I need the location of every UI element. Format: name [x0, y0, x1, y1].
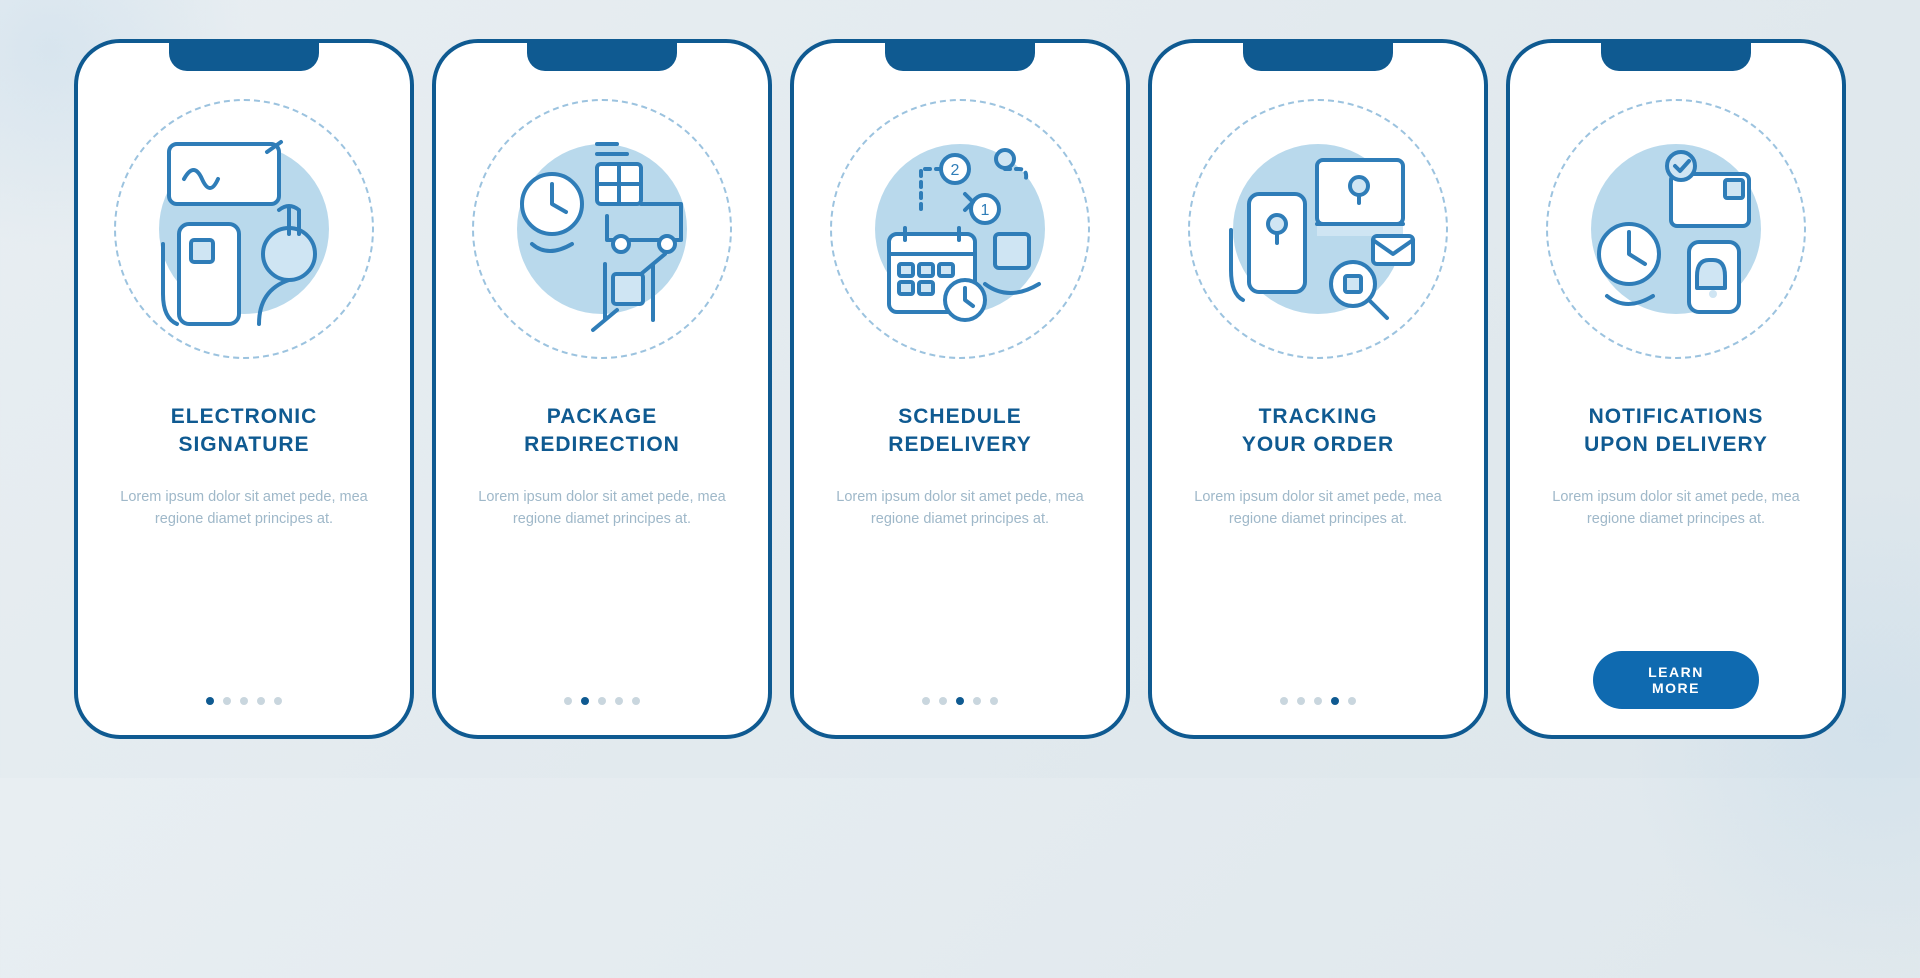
illustration-container — [114, 99, 374, 359]
tracking-order-icon — [1213, 124, 1423, 334]
page-dot[interactable] — [1331, 697, 1339, 705]
phone-frame: NOTIFICATIONS UPON DELIVERY Lorem ipsum … — [1506, 39, 1846, 739]
page-dot[interactable] — [240, 697, 248, 705]
page-indicator — [564, 697, 640, 705]
page-dot[interactable] — [922, 697, 930, 705]
electronic-signature-icon — [139, 124, 349, 334]
svg-text:2: 2 — [951, 162, 960, 179]
phone-notch — [169, 43, 319, 71]
screen-body: Lorem ipsum dolor sit amet pede, mea reg… — [1178, 486, 1458, 531]
page-indicator — [922, 697, 998, 705]
page-dot[interactable] — [632, 697, 640, 705]
page-dot[interactable] — [990, 697, 998, 705]
schedule-redelivery-icon: 2 1 — [855, 124, 1065, 334]
page-dot[interactable] — [206, 697, 214, 705]
screen-title: SCHEDULE REDELIVERY — [888, 403, 1031, 460]
page-dot[interactable] — [257, 697, 265, 705]
page-dot[interactable] — [1348, 697, 1356, 705]
illustration-container: 2 1 — [830, 99, 1090, 359]
screen-title: NOTIFICATIONS UPON DELIVERY — [1584, 403, 1768, 460]
screen-body: Lorem ipsum dolor sit amet pede, mea reg… — [462, 486, 742, 531]
page-dot[interactable] — [581, 697, 589, 705]
onboarding-screens-row: ELECTRONIC SIGNATURE Lorem ipsum dolor s… — [74, 39, 1846, 739]
page-indicator — [1280, 697, 1356, 705]
package-redirection-icon — [497, 124, 707, 334]
page-dot[interactable] — [973, 697, 981, 705]
notifications-delivery-icon — [1571, 124, 1781, 334]
phone-notch — [1601, 43, 1751, 71]
page-dot[interactable] — [274, 697, 282, 705]
phone-frame: 2 1 SCHEDULE REDELIVERY Lorem ipsum dolo… — [790, 39, 1130, 739]
phone-notch — [885, 43, 1035, 71]
screen-body: Lorem ipsum dolor sit amet pede, mea reg… — [1536, 486, 1816, 531]
page-dot[interactable] — [564, 697, 572, 705]
learn-more-button[interactable]: LEARN MORE — [1593, 651, 1759, 709]
page-dot[interactable] — [1280, 697, 1288, 705]
screen-body: Lorem ipsum dolor sit amet pede, mea reg… — [820, 486, 1100, 531]
phone-frame: PACKAGE REDIRECTION Lorem ipsum dolor si… — [432, 39, 772, 739]
phone-notch — [1243, 43, 1393, 71]
phone-frame: ELECTRONIC SIGNATURE Lorem ipsum dolor s… — [74, 39, 414, 739]
svg-text:1: 1 — [981, 202, 990, 219]
illustration-container — [472, 99, 732, 359]
page-dot[interactable] — [598, 697, 606, 705]
page-dot[interactable] — [223, 697, 231, 705]
illustration-container — [1188, 99, 1448, 359]
phone-notch — [527, 43, 677, 71]
page-dot[interactable] — [1314, 697, 1322, 705]
screen-title: PACKAGE REDIRECTION — [524, 403, 680, 460]
page-dot[interactable] — [939, 697, 947, 705]
page-dot[interactable] — [1297, 697, 1305, 705]
page-dot[interactable] — [956, 697, 964, 705]
screen-title: TRACKING YOUR ORDER — [1242, 403, 1394, 460]
illustration-container — [1546, 99, 1806, 359]
page-dot[interactable] — [615, 697, 623, 705]
screen-body: Lorem ipsum dolor sit amet pede, mea reg… — [104, 486, 384, 531]
phone-frame: TRACKING YOUR ORDER Lorem ipsum dolor si… — [1148, 39, 1488, 739]
screen-title: ELECTRONIC SIGNATURE — [171, 403, 318, 460]
page-indicator — [206, 697, 282, 705]
